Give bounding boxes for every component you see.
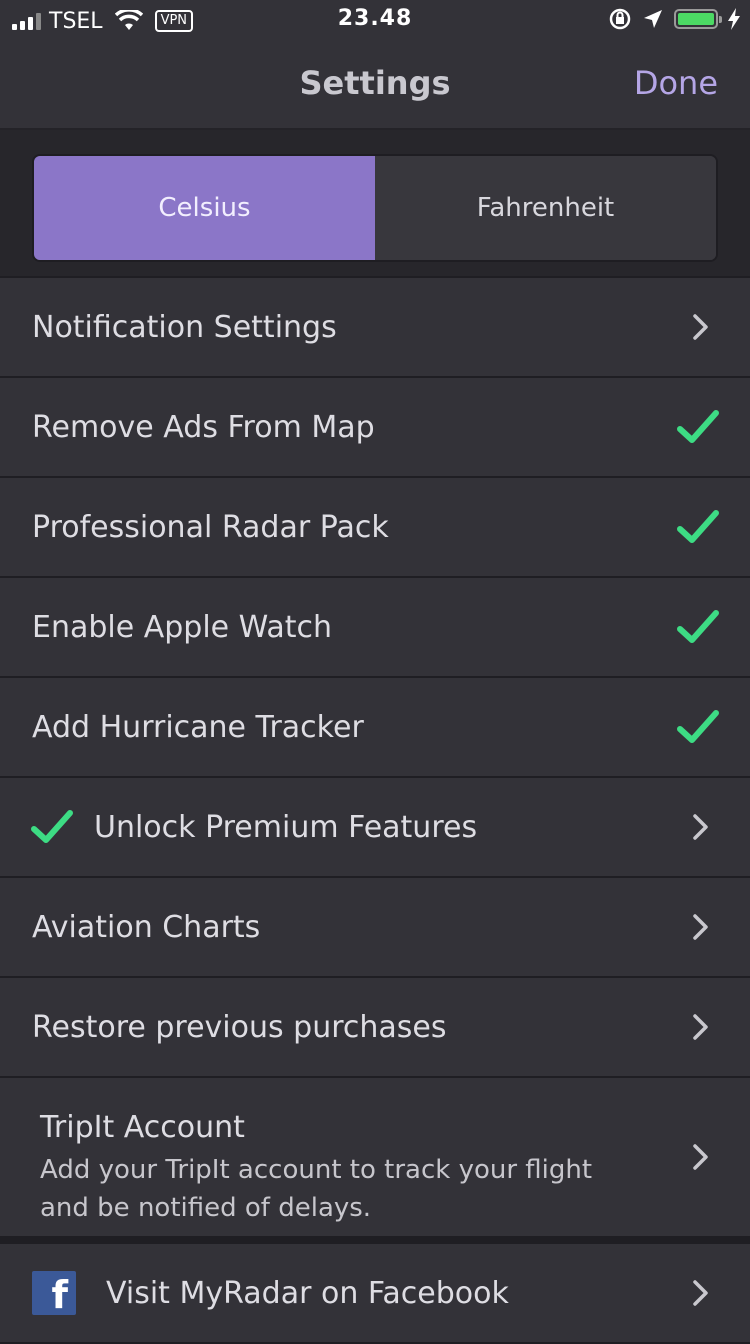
chevron-right-icon xyxy=(693,914,708,940)
row-remove-ads[interactable]: Remove Ads From Map xyxy=(0,378,750,478)
tripit-title: TripIt Account xyxy=(40,1110,245,1145)
row-visit-facebook[interactable]: f Visit MyRadar on Facebook xyxy=(0,1244,750,1344)
nav-bar: Settings Done xyxy=(0,42,750,130)
row-label: Professional Radar Pack xyxy=(32,509,389,545)
status-bar: TSEL VPN 23.48 xyxy=(0,0,750,42)
checkmark-icon xyxy=(677,710,719,743)
settings-list: Notification Settings Remove Ads From Ma… xyxy=(0,278,750,1344)
row-label: Add Hurricane Tracker xyxy=(32,709,364,745)
row-label: Unlock Premium Features xyxy=(94,809,478,845)
location-arrow-icon xyxy=(644,10,662,28)
row-label: Aviation Charts xyxy=(32,909,261,945)
row-label: Visit MyRadar on Facebook xyxy=(106,1275,509,1311)
row-restore-purchases[interactable]: Restore previous purchases xyxy=(0,978,750,1078)
row-unlock-premium-features[interactable]: Unlock Premium Features xyxy=(0,778,750,878)
charging-bolt-icon xyxy=(728,8,740,30)
done-button[interactable]: Done xyxy=(634,64,718,102)
chevron-right-icon xyxy=(693,1144,708,1170)
row-label: Enable Apple Watch xyxy=(32,609,333,645)
units-segmented-control: Celsius Fahrenheit xyxy=(32,154,718,262)
checkmark-icon xyxy=(31,810,73,843)
row-professional-radar-pack[interactable]: Professional Radar Pack xyxy=(0,478,750,578)
segment-fahrenheit[interactable]: Fahrenheit xyxy=(375,156,716,260)
row-enable-apple-watch[interactable]: Enable Apple Watch xyxy=(0,578,750,678)
row-add-hurricane-tracker[interactable]: Add Hurricane Tracker xyxy=(0,678,750,778)
units-section: Celsius Fahrenheit xyxy=(0,130,750,278)
checkmark-icon xyxy=(677,510,719,543)
checkmark-icon xyxy=(677,410,719,443)
checkmark-icon xyxy=(677,610,719,643)
rotation-lock-icon xyxy=(609,8,631,30)
row-notification-settings[interactable]: Notification Settings xyxy=(0,278,750,378)
facebook-icon: f xyxy=(32,1271,76,1317)
row-label: Remove Ads From Map xyxy=(32,409,375,445)
facebook-icon-letter: f xyxy=(51,1273,68,1317)
tripit-description: Add your TripIt account to track your fl… xyxy=(40,1155,593,1223)
chevron-right-icon xyxy=(693,314,708,340)
row-tripit-account[interactable]: TripIt Account Add your TripIt account t… xyxy=(0,1078,750,1244)
chevron-right-icon xyxy=(693,1280,708,1306)
segment-celsius[interactable]: Celsius xyxy=(34,156,375,260)
battery-icon xyxy=(674,9,722,29)
row-label: Restore previous purchases xyxy=(32,1009,447,1045)
row-aviation-charts[interactable]: Aviation Charts xyxy=(0,878,750,978)
chevron-right-icon xyxy=(693,1014,708,1040)
row-label: Notification Settings xyxy=(32,309,337,345)
chevron-right-icon xyxy=(693,814,708,840)
